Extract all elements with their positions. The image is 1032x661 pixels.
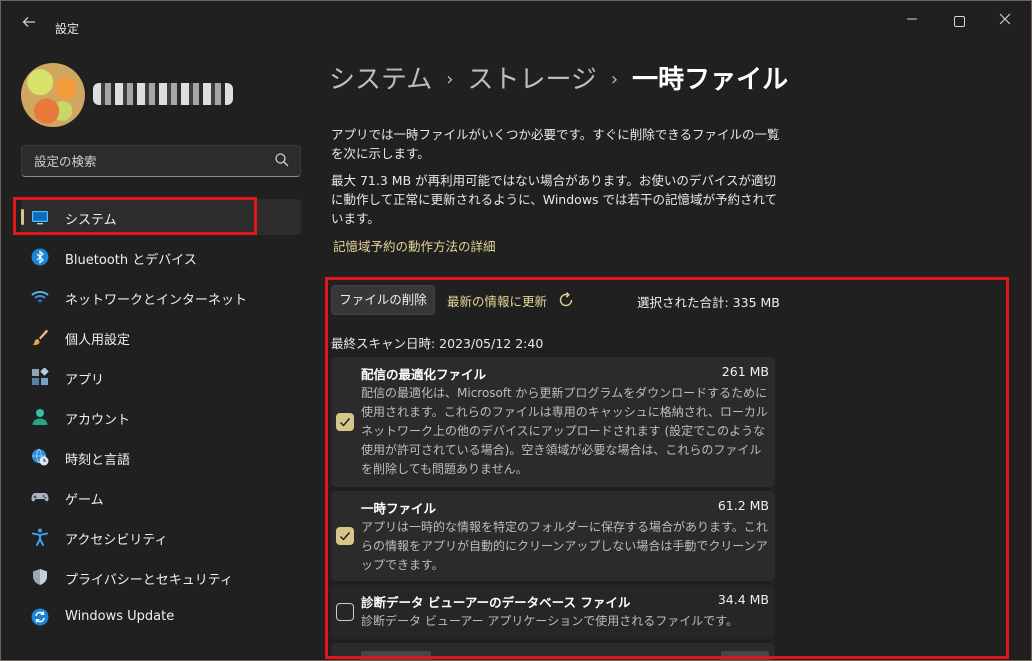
highlight-box-system [13, 197, 257, 235]
breadcrumb-system[interactable]: システム [329, 65, 432, 95]
sidebar-item-apps[interactable]: アプリ [21, 359, 301, 395]
title-bar: 設定 [1, 1, 1031, 41]
sidebar-item-windows-update[interactable]: Windows Update [21, 599, 301, 635]
sidebar-item-label: プライバシーとセキュリティ [65, 573, 233, 588]
reserved-storage-learn-more-link[interactable]: 記憶域予約の動作方法の詳細 [333, 236, 496, 255]
sidebar-item-accounts[interactable]: アカウント [21, 399, 301, 435]
sidebar-item-gaming[interactable]: ゲーム [21, 479, 301, 515]
minimize-icon [907, 18, 917, 20]
accessibility-icon [32, 528, 48, 546]
page-title: 一時ファイル [632, 65, 789, 95]
sidebar-item-label: 個人用設定 [65, 333, 131, 348]
apps-icon [32, 368, 49, 385]
settings-window: 設定 システム Bluetooth とデバイス ネットワ [0, 0, 1032, 661]
avatar [21, 63, 85, 127]
sync-icon [31, 608, 49, 626]
sidebar-item-label: アプリ [65, 373, 105, 388]
sidebar-item-time-language[interactable]: 時刻と言語 [21, 439, 301, 475]
maximize-button[interactable] [936, 9, 982, 33]
maximize-icon [953, 15, 965, 27]
breadcrumb: システム › ストレージ › 一時ファイル [329, 59, 788, 96]
sidebar-item-label: Bluetooth とデバイス [65, 253, 197, 268]
minimize-button[interactable] [889, 9, 935, 33]
sidebar-nav: システム Bluetooth とデバイス ネットワークとインターネット 個人用設… [21, 199, 301, 639]
chevron-right-icon: › [446, 69, 454, 90]
sidebar-item-label: ゲーム [65, 493, 104, 508]
back-button[interactable] [15, 11, 43, 33]
sidebar-item-label: 時刻と言語 [65, 453, 131, 468]
reserved-storage-text: 最大 71.3 MB が再利用可能ではない場合があります。お使いのデバイスが適切… [331, 173, 778, 226]
username-obscured [93, 83, 233, 105]
brush-icon [32, 329, 48, 345]
sidebar-item-network[interactable]: ネットワークとインターネット [21, 279, 301, 315]
chevron-right-icon: › [610, 69, 619, 90]
globe-clock-icon [32, 448, 49, 466]
sidebar-item-personalization[interactable]: 個人用設定 [21, 319, 301, 355]
settings-search-box[interactable] [21, 145, 301, 177]
user-profile[interactable] [21, 63, 261, 133]
wifi-icon [31, 291, 49, 303]
close-icon [999, 13, 1011, 25]
breadcrumb-storage[interactable]: ストレージ [467, 65, 596, 95]
shield-icon [33, 569, 47, 585]
sidebar-item-bluetooth[interactable]: Bluetooth とデバイス [21, 239, 301, 275]
arrow-left-icon [22, 17, 35, 27]
search-input[interactable] [32, 150, 266, 172]
sidebar-item-privacy-security[interactable]: プライバシーとセキュリティ [21, 559, 301, 595]
app-title: 設定 [55, 22, 80, 36]
sidebar-item-label: アカウント [65, 413, 131, 428]
person-icon [32, 409, 48, 425]
sidebar-item-accessibility[interactable]: アクセシビリティ [21, 519, 301, 555]
highlight-box-temp-files [325, 277, 1009, 659]
bluetooth-icon [31, 248, 49, 266]
sidebar-item-label: Windows Update [65, 609, 175, 624]
close-button[interactable] [982, 9, 1028, 33]
sidebar-item-label: アクセシビリティ [65, 533, 168, 548]
gamepad-icon [31, 493, 49, 502]
sidebar-item-label: ネットワークとインターネット [65, 293, 248, 308]
search-icon[interactable] [274, 152, 290, 168]
description-text: アプリでは一時ファイルがいくつか必要です。すぐに削除できるファイルの一覧を次に示… [331, 127, 780, 161]
